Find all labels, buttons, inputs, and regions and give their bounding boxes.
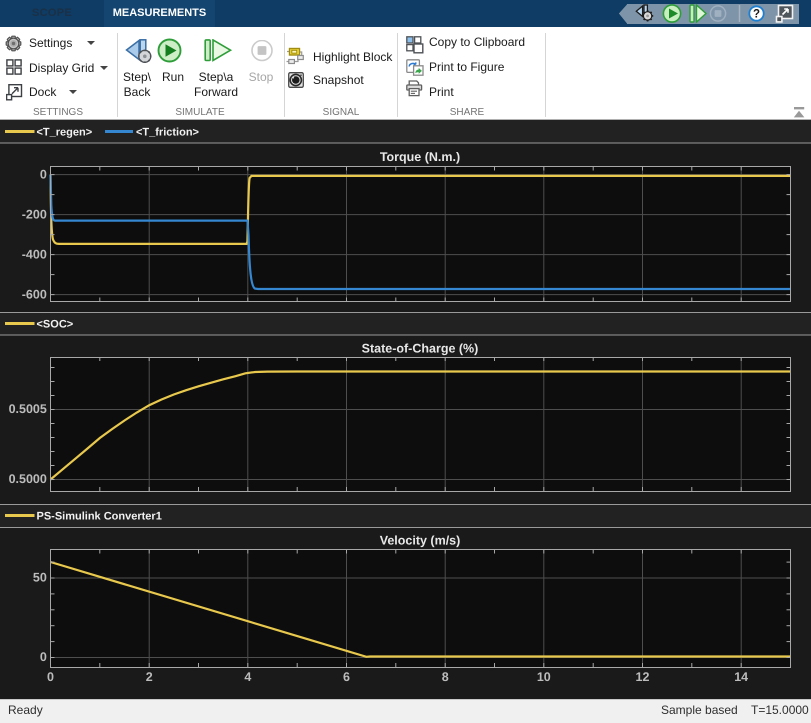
svg-text:6: 6: [343, 670, 350, 684]
svg-text:-200: -200: [22, 207, 47, 221]
svg-text:12: 12: [636, 670, 650, 684]
svg-text:10: 10: [537, 670, 551, 684]
svg-text:0: 0: [40, 167, 47, 181]
svg-text:0.5000: 0.5000: [9, 472, 47, 486]
svg-text:8: 8: [442, 670, 449, 684]
svg-text:<T_regen>: <T_regen>: [37, 127, 93, 139]
svg-text:State-of-Charge (%): State-of-Charge (%): [362, 342, 479, 356]
svg-text:-600: -600: [22, 287, 47, 301]
svg-text:0: 0: [47, 670, 54, 684]
svg-text:?: ?: [753, 9, 760, 21]
svg-text:4: 4: [244, 670, 251, 684]
svg-text:-400: -400: [22, 247, 47, 261]
svg-text:0.5005: 0.5005: [9, 402, 47, 416]
svg-text:<SOC>: <SOC>: [37, 319, 74, 331]
svg-text:2: 2: [146, 670, 153, 684]
svg-text:0: 0: [40, 650, 47, 664]
svg-text:PS-Simulink Converter1: PS-Simulink Converter1: [37, 511, 162, 523]
svg-text:14: 14: [734, 670, 748, 684]
svg-text:Velocity (m/s): Velocity (m/s): [380, 534, 461, 548]
svg-text:Torque (N.m.): Torque (N.m.): [380, 150, 460, 164]
svg-text:<T_friction>: <T_friction>: [136, 127, 199, 139]
svg-text:50: 50: [33, 571, 47, 585]
